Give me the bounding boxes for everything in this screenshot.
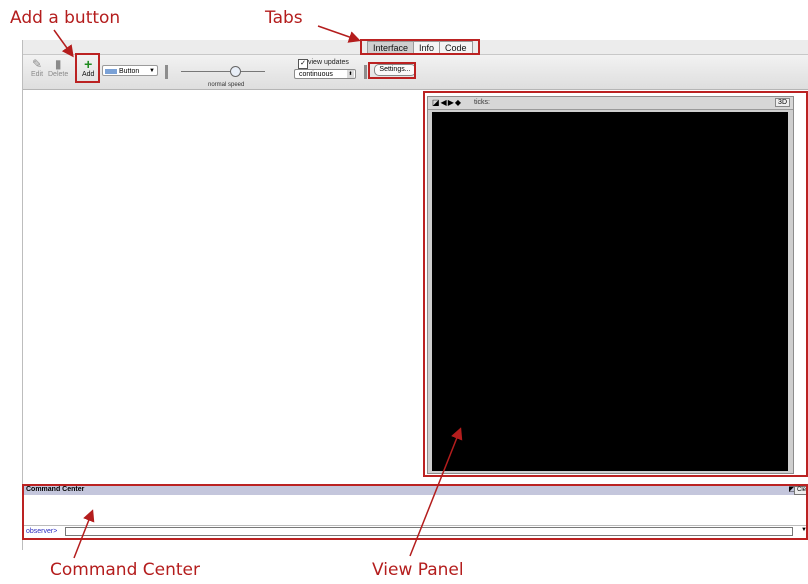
arrow-command-center bbox=[73, 509, 95, 559]
arrow-add-button bbox=[53, 29, 74, 58]
arrow-tabs bbox=[317, 25, 361, 43]
annotation-arrows bbox=[53, 25, 463, 559]
arrow-view-panel bbox=[409, 427, 463, 557]
